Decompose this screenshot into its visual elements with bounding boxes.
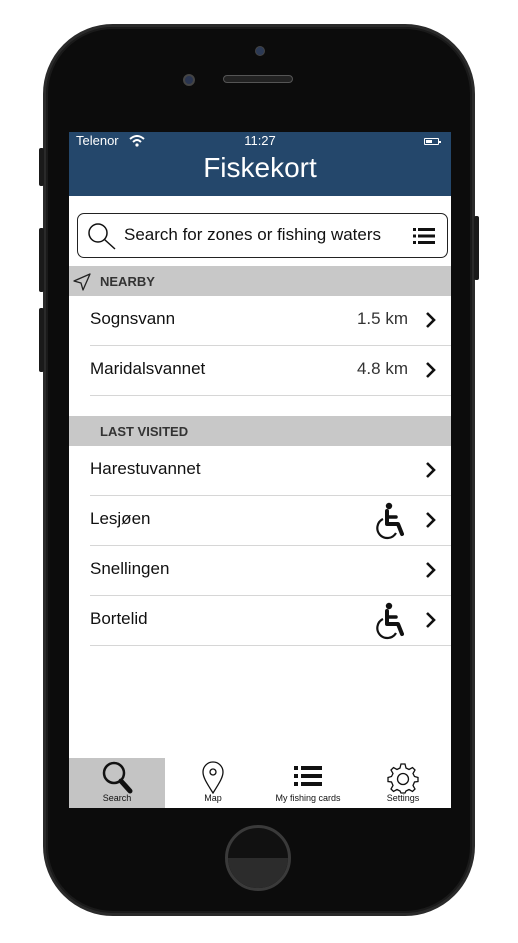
water-name: Bortelid (90, 609, 148, 628)
tab-my-fishing-cards[interactable]: My fishing cards (260, 758, 356, 808)
water-distance: 1.5 km (356, 309, 408, 328)
map-pin-icon (202, 761, 224, 794)
power-button (474, 216, 479, 280)
gear-icon (387, 763, 419, 794)
chevron-right-icon (426, 362, 436, 378)
tab-map[interactable]: Map (165, 758, 261, 808)
camera-dot (255, 46, 265, 56)
chevron-right-icon (426, 512, 436, 528)
list-item-last-visited[interactable]: Lesjøen (90, 496, 451, 546)
tab-search[interactable]: Search (69, 758, 165, 808)
list-item-last-visited[interactable]: Harestuvannet (90, 446, 451, 496)
app-screen: Telenor 11:27 Fiskekort Search for zones… (69, 132, 451, 808)
section-label: LAST VISITED (100, 424, 189, 439)
app-header: Telenor 11:27 Fiskekort (69, 132, 451, 196)
list-item-last-visited[interactable]: Bortelid (90, 596, 451, 646)
volume-up-button (39, 228, 44, 292)
front-camera (183, 74, 195, 86)
water-name: Lesjøen (90, 509, 151, 528)
list-icon (294, 766, 322, 786)
section-header-nearby: NEARBY (69, 266, 451, 296)
list-item-last-visited[interactable]: Snellingen (90, 546, 451, 596)
water-name: Snellingen (90, 559, 170, 578)
water-name: Sognsvann (90, 309, 176, 328)
home-button[interactable] (225, 825, 291, 891)
section-label: NEARBY (100, 274, 155, 289)
section-header-last-visited: LAST VISITED (69, 416, 451, 446)
wheelchair-icon (376, 502, 404, 540)
search-placeholder: Search for zones or fishing waters (124, 225, 382, 244)
location-arrow-icon (73, 273, 91, 291)
wheelchair-icon (376, 602, 404, 640)
tab-bar: Search Map My fishing cards Settings (69, 758, 451, 808)
mute-switch (39, 148, 44, 186)
chevron-right-icon (426, 312, 436, 328)
search-icon (102, 761, 133, 794)
water-distance: 4.8 km (356, 359, 408, 378)
list-item-nearby[interactable]: Maridalsvannet 4.8 km (90, 346, 451, 396)
volume-down-button (39, 308, 44, 372)
tab-label: Search (102, 793, 132, 803)
chevron-right-icon (426, 462, 436, 478)
chevron-right-icon (426, 612, 436, 628)
tab-label: Settings (386, 793, 420, 803)
search-bar[interactable]: Search for zones or fishing waters (77, 213, 448, 258)
tab-settings[interactable]: Settings (355, 758, 451, 808)
list-item-nearby[interactable]: Sognsvann 1.5 km (90, 296, 451, 346)
list-filter-icon[interactable] (413, 228, 435, 244)
status-time: 11:27 (244, 133, 276, 148)
tab-label: My fishing cards (275, 793, 341, 803)
water-name: Maridalsvannet (90, 359, 206, 378)
earpiece-speaker (223, 75, 293, 83)
page-title: Fiskekort (203, 152, 317, 183)
chevron-right-icon (426, 562, 436, 578)
battery-icon (424, 138, 441, 145)
water-name: Harestuvannet (90, 459, 201, 478)
search-icon (88, 223, 116, 250)
tab-label: Map (204, 793, 222, 803)
